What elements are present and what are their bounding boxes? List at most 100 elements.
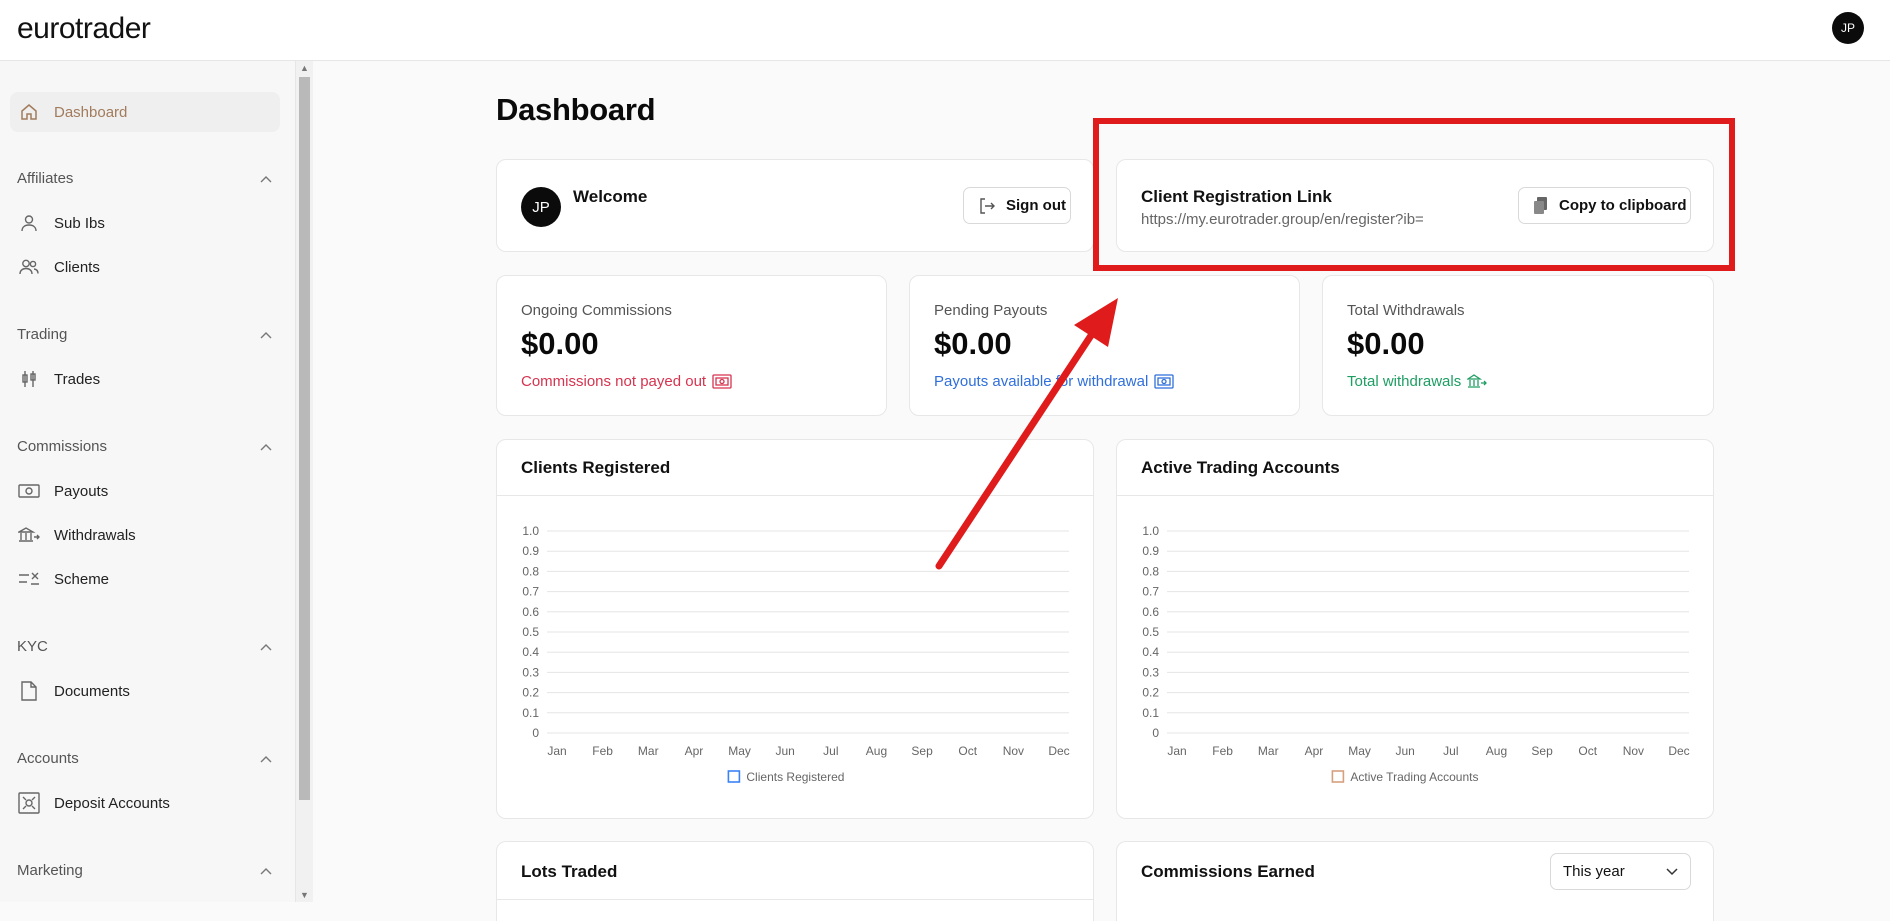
stat-label: Total Withdrawals [1347, 302, 1465, 319]
card-title: Lots Traded [521, 862, 618, 881]
sidebar-section-marketing[interactable]: Marketing [17, 862, 272, 879]
y-tick-label: 0.3 [522, 665, 539, 679]
chevron-down-icon [1666, 867, 1678, 876]
x-tick-label: Jan [547, 744, 566, 758]
vault-icon [18, 792, 40, 814]
active-trading-accounts-chart: 0 0.1 0.2 0.3 0.4 0.5 0.6 0.7 0.8 0.9 1.0 Jan Feb Mar… [1142, 524, 1689, 784]
x-tick-label: Jul [1443, 744, 1458, 758]
lots-traded-card: Lots Traded [496, 841, 1094, 921]
stat-note: Payouts available for withdrawal [934, 373, 1174, 390]
sidebar-item-label: Deposit Accounts [54, 794, 170, 812]
legend-label: Clients Registered [746, 770, 844, 784]
banknote-icon [18, 480, 40, 502]
sidebar-item-clients[interactable]: Clients [10, 247, 280, 287]
x-tick-label: Dec [1668, 744, 1689, 758]
y-tick-label: 1.0 [522, 524, 539, 538]
y-tick-label: 0.5 [1142, 625, 1159, 639]
sidebar-item-sub-ibs[interactable]: Sub Ibs [10, 203, 280, 243]
sidebar-section-affiliates[interactable]: Affiliates [17, 170, 272, 187]
stat-value: $0.00 [521, 326, 599, 361]
sidebar-section-trading[interactable]: Trading [17, 326, 272, 343]
x-tick-label: Aug [1486, 744, 1507, 758]
x-tick-label: Nov [1623, 744, 1644, 758]
sidebar-item-label: Dashboard [54, 103, 128, 121]
y-tick-label: 0.4 [1142, 645, 1159, 659]
sidebar-item-trades[interactable]: Trades [10, 359, 280, 399]
x-tick-label: Feb [1212, 744, 1233, 758]
sign-out-icon [978, 197, 996, 215]
page-title: Dashboard [496, 92, 656, 127]
x-tick-label: Jul [823, 744, 838, 758]
y-tick-label: 0.1 [1142, 706, 1159, 720]
y-tick-label: 0.2 [1142, 686, 1159, 700]
stat-value: $0.00 [934, 326, 1012, 361]
x-tick-label: Nov [1003, 744, 1024, 758]
sidebar-item-label: Scheme [54, 570, 110, 588]
y-tick-label: 0.7 [1142, 585, 1159, 599]
y-tick-label: 0.7 [522, 585, 539, 599]
welcome-card: JP Welcome Sign out [496, 159, 1094, 252]
user-avatar[interactable]: JP [1832, 12, 1864, 44]
commissions-earned-card: Commissions Earned This year [1116, 841, 1714, 921]
x-tick-label: Oct [958, 744, 977, 758]
y-tick-label: 0.9 [1142, 544, 1159, 558]
chevron-up-icon [260, 326, 272, 343]
chevron-up-icon [260, 638, 272, 655]
document-icon [18, 680, 40, 702]
users-icon [18, 256, 40, 278]
legend-label: Active Trading Accounts [1350, 770, 1478, 784]
sidebar-item-label: Sub Ibs [54, 214, 105, 232]
active-trading-accounts-chart-card: Active Trading Accounts 0 0.1 0.2 0.3 0.4 0.5… [1116, 439, 1714, 819]
logo[interactable]: eurotrader [17, 12, 151, 46]
sidebar-item-scheme[interactable]: Scheme [10, 559, 280, 599]
sidebar-item-dashboard[interactable]: Dashboard [10, 92, 280, 132]
x-tick-label: Jun [1396, 744, 1415, 758]
sidebar-item-withdrawals[interactable]: Withdrawals [10, 515, 280, 555]
x-tick-label: Oct [1578, 744, 1597, 758]
x-tick-label: Apr [1305, 744, 1324, 758]
sidebar-item-label: Documents [54, 682, 130, 700]
x-tick-label: Apr [685, 744, 704, 758]
clients-registered-chart: 0 0.1 0.2 0.3 0.4 0.5 0.6 0.7 0.8 0.9 1.0 Jan Feb Mar… [522, 524, 1069, 784]
welcome-avatar: JP [521, 187, 561, 227]
sidebar-section-accounts[interactable]: Accounts [17, 750, 272, 767]
sidebar-item-documents[interactable]: Documents [10, 671, 280, 711]
x-tick-label: Mar [1258, 744, 1279, 758]
user-icon [18, 212, 40, 234]
sidebar-item-label: Withdrawals [54, 526, 136, 544]
y-tick-label: 0.6 [1142, 605, 1159, 619]
sidebar-section-commissions[interactable]: Commissions [17, 438, 272, 455]
chevron-up-icon [260, 438, 272, 455]
period-select[interactable]: This year [1550, 853, 1691, 890]
y-tick-label: 0.1 [522, 706, 539, 720]
x-tick-label: Sep [911, 744, 933, 758]
sidebar-item-label: Trades [54, 370, 101, 388]
sidebar-item-label: Payouts [54, 482, 109, 500]
bank-transfer-icon [18, 524, 40, 546]
sidebar-item-label: Clients [54, 258, 100, 276]
chart-title: Clients Registered [521, 458, 671, 477]
banknote-icon [712, 374, 732, 389]
divider [1117, 495, 1713, 496]
scroll-up-arrow-icon[interactable]: ▲ [299, 63, 310, 73]
welcome-text: Welcome [573, 187, 648, 206]
y-tick-label: 0.3 [1142, 665, 1159, 679]
sidebar-item-deposit-accounts[interactable]: Deposit Accounts [10, 783, 280, 823]
stat-label: Ongoing Commissions [521, 302, 672, 319]
sidebar-section-kyc[interactable]: KYC [17, 638, 272, 655]
highlight-box [1093, 118, 1735, 271]
candlestick-icon [18, 368, 40, 390]
y-tick-label: 0.8 [1142, 564, 1159, 578]
stat-card-pending-payouts: Pending Payouts $0.00 Payouts available … [909, 275, 1300, 416]
legend-swatch [1331, 770, 1345, 783]
scroll-down-arrow-icon[interactable]: ▼ [299, 890, 310, 900]
x-tick-label: Sep [1531, 744, 1553, 758]
banknote-icon [1154, 374, 1174, 389]
sidebar-scrollbar-thumb[interactable] [299, 77, 310, 800]
sign-out-button[interactable]: Sign out [963, 187, 1071, 224]
x-tick-label: Mar [638, 744, 659, 758]
sidebar-item-payouts[interactable]: Payouts [10, 471, 280, 511]
divider [497, 899, 1093, 900]
home-icon [18, 101, 40, 123]
x-tick-label: Aug [866, 744, 887, 758]
